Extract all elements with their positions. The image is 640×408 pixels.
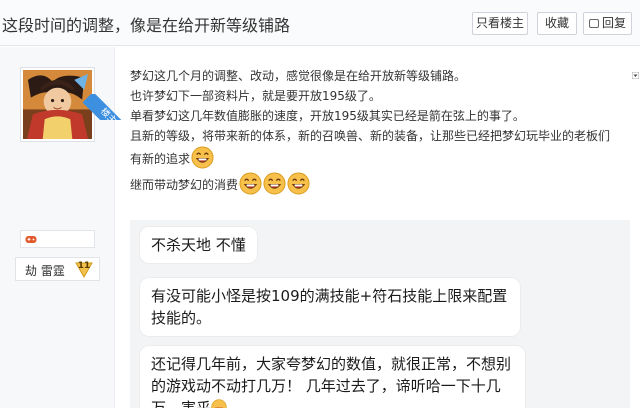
post-body: 梦幻这几个月的调整、改动，感觉很像是在给开放新等级铺路。 也许梦幻下一部资料片，… (130, 66, 630, 198)
post-line: 有新的追求 (130, 152, 191, 166)
laughing-face-icon (239, 172, 262, 195)
laughing-face-icon (263, 172, 286, 195)
comment-bubble[interactable]: 还记得几年前，大家夸梦幻的数值，就很正常，不想别的游戏动不动打几万！ 几年过去了… (140, 346, 525, 408)
comment-text: 不杀天地 不懂 (151, 236, 246, 254)
comment-text: 有没可能小怪是按109的满技能+符石技能上限来配置技能的。 (151, 287, 508, 327)
post-line: 梦幻这几个月的调整、改动，感觉很像是在给开放新等级铺路。 (130, 69, 467, 83)
thread-header: 这段时间的调整，像是在给开新等级铺路 只看楼主 收藏 回复 (0, 0, 640, 46)
post-line-with-emoticons: 继而带动梦幻的消费 (130, 172, 630, 198)
thread-title: 这段时间的调整，像是在给开新等级铺路 (2, 16, 291, 35)
ribbon-label: 楼主 (82, 94, 122, 120)
level-strip (20, 230, 95, 248)
reply-button-label: 回复 (601, 16, 626, 30)
laughing-face-icon (287, 172, 310, 195)
reply-button[interactable]: 回复 (583, 12, 632, 35)
comment-text: 还记得几年前，大家夸梦幻的数值，就很正常，不想别的游戏动不动打几万！ 几年过去了… (151, 355, 512, 408)
post-line: 且新的等级，将带来新的体系，新的召唤兽、新的装备，让那些已经把梦幻玩毕业的老板们 (130, 129, 611, 143)
laughing-face-icon (191, 146, 214, 169)
reply-bubble-icon (588, 19, 599, 28)
post-menu-arrow-icon[interactable] (632, 72, 639, 79)
comment-section: 不杀天地 不懂 有没可能小怪是按109的满技能+符石技能上限来配置技能的。 还记… (130, 220, 630, 408)
laughing-face-icon (211, 399, 227, 408)
only-view-author-button[interactable]: 只看楼主 (472, 12, 528, 35)
author-sidebar: 楼主 劫 雷霆 11 (0, 47, 122, 408)
comment-bubble[interactable]: 有没可能小怪是按109的满技能+符石技能上限来配置技能的。 (140, 278, 520, 336)
member-badge[interactable]: 劫 雷霆 11 (15, 257, 100, 281)
post-line: 也许梦幻下一部资料片，就是要开放195级了。 (130, 89, 381, 103)
post-line-with-emoticon: 有新的追求 (130, 146, 630, 172)
badge-name: 劫 雷霆 (25, 264, 65, 278)
favorite-button[interactable]: 收藏 (537, 12, 577, 35)
comment-bubble[interactable]: 不杀天地 不懂 (140, 227, 257, 263)
thread-author-ribbon: 楼主 (82, 94, 122, 120)
post-line: 继而带动梦幻的消费 (130, 178, 239, 192)
game-controller-icon (25, 236, 37, 243)
post-line: 单看梦幻这几年数值膨胀的速度，开放195级其实已经是箭在弦上的事了。 (130, 109, 525, 123)
badge-level-number: 11 (77, 261, 91, 271)
level-badge-icon: 11 (74, 259, 94, 279)
